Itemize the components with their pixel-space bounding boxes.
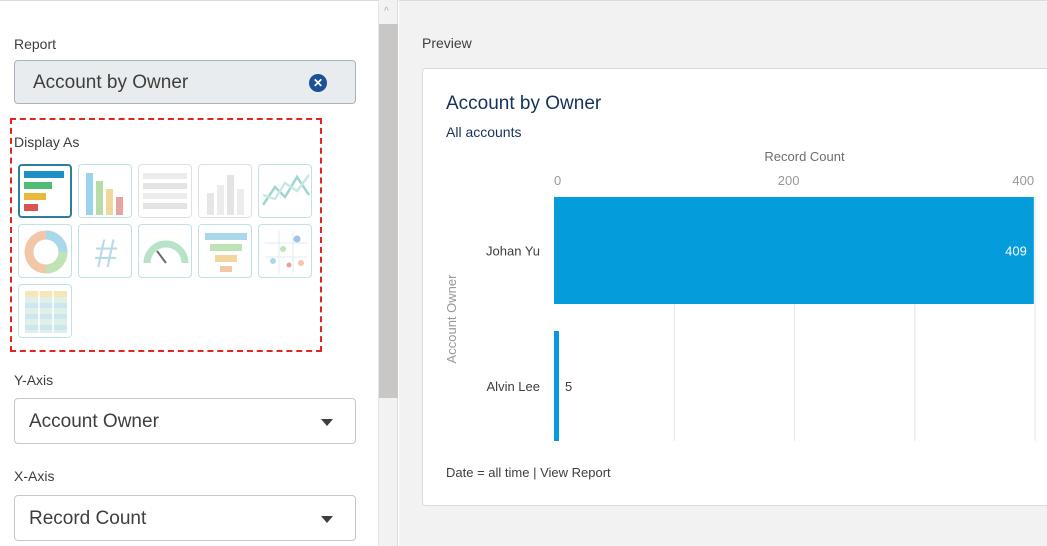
chart-settings-panel: Report Account by Owner ✕ Display As # Y… [0, 0, 378, 546]
clear-icon[interactable]: ✕ [309, 74, 327, 92]
chart-subtitle: All accounts [446, 124, 522, 140]
vertical-bar-chart-icon[interactable] [78, 164, 132, 218]
scrollbar-thumb[interactable] [379, 24, 398, 398]
x-axis-value: Record Count [29, 508, 147, 529]
stacked-vertical-bar-icon[interactable] [198, 164, 252, 218]
report-label: Report [14, 36, 57, 52]
x-axis-select[interactable]: Record Count [14, 495, 356, 541]
table-icon[interactable] [18, 284, 72, 338]
footer-separator: | [529, 465, 541, 480]
chevron-down-icon [321, 516, 333, 523]
line-chart-icon[interactable] [258, 164, 312, 218]
display-as-label: Display As [14, 134, 80, 150]
x-tick-label: 0 [554, 173, 561, 188]
report-lookup-field[interactable]: Account by Owner ✕ [14, 60, 356, 104]
chart-title: Account by Owner [446, 93, 602, 114]
preview-label: Preview [422, 35, 472, 51]
display-as-section: Display As # [10, 118, 322, 352]
horizontal-bar-chart-icon[interactable] [18, 164, 72, 218]
y-axis-title: Account Owner [444, 274, 459, 364]
scroll-up-icon[interactable]: ^ [384, 6, 389, 17]
preview-panel: Preview Account by Owner All accounts Re… [399, 0, 1047, 546]
y-axis-label: Y-Axis [14, 372, 54, 388]
chart-footer: Date = all time | View Report [446, 465, 611, 480]
x-axis-title: Record Count [764, 149, 845, 164]
metric-icon[interactable]: # [78, 224, 132, 278]
settings-scrollbar[interactable]: ^ [378, 0, 398, 546]
scatter-chart-icon[interactable] [258, 224, 312, 278]
stacked-horizontal-bar-icon[interactable] [138, 164, 192, 218]
chevron-down-icon [321, 419, 333, 426]
y-tick-label: Johan Yu [486, 244, 540, 259]
x-tick-label: 400 [1012, 173, 1034, 188]
date-filter-text: Date = all time [446, 465, 530, 480]
y-axis-select[interactable]: Account Owner [14, 398, 356, 444]
y-tick-label: Alvin Lee [487, 379, 540, 394]
data-label: 409 [1005, 244, 1027, 259]
x-axis-label: X-Axis [14, 468, 55, 484]
gauge-chart-icon[interactable] [138, 224, 192, 278]
report-chart-editor: Report Account by Owner ✕ Display As # Y… [0, 0, 1047, 546]
svg-text:#: # [95, 232, 118, 276]
y-axis-value: Account Owner [29, 411, 159, 432]
bar-chart: Record Count 0 200 400 Account Owner Johan Yu… [444, 149, 1036, 441]
bar-alvin-lee [554, 331, 559, 441]
report-value: Account by Owner [33, 72, 189, 93]
view-report-link[interactable]: View Report [540, 465, 611, 480]
funnel-chart-icon[interactable] [198, 224, 252, 278]
data-label: 5 [565, 379, 572, 394]
x-tick-label: 200 [778, 173, 800, 188]
bar-johan-yu [554, 197, 1034, 304]
chart-preview-card: Account by Owner All accounts Record Cou… [422, 68, 1047, 506]
donut-chart-icon[interactable] [18, 224, 72, 278]
